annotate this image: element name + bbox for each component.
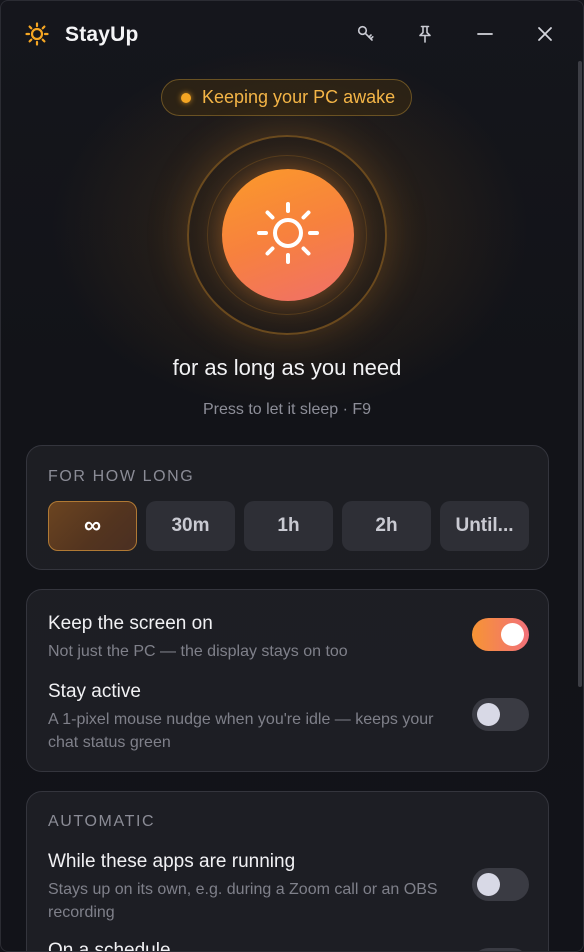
apps-running-subtitle: Stays up on its own, e.g. during a Zoom … (48, 881, 438, 921)
power-button[interactable] (222, 169, 354, 301)
duration-2h-button[interactable]: 2h (342, 501, 431, 551)
duration-card: FOR HOW LONG ∞ 30m 1h 2h Until... (26, 445, 549, 570)
status-text: Keeping your PC awake (202, 87, 396, 107)
status-dot (181, 92, 191, 103)
stay-active-toggle[interactable] (472, 698, 529, 731)
sun-icon (25, 22, 49, 46)
sun-icon (256, 201, 320, 270)
toggle-knob (501, 623, 524, 646)
close-icon (536, 25, 554, 43)
close-button[interactable] (532, 21, 558, 47)
duration-status: for as long as you need (172, 355, 402, 380)
pin-icon (415, 24, 435, 44)
toggle-knob (477, 873, 500, 896)
apps-running-title: While these apps are running (48, 851, 296, 872)
options-card: Keep the screen on Not just the PC — the… (26, 589, 549, 772)
minimize-icon (476, 25, 494, 43)
toggle-knob (477, 703, 500, 726)
keep-screen-on-subtitle: Not just the PC — the display stays on t… (48, 643, 348, 660)
stay-active-title: Stay active (48, 681, 141, 702)
duration-1h-button[interactable]: 1h (244, 501, 333, 551)
apps-running-toggle[interactable] (472, 868, 529, 901)
app-title: StayUp (65, 23, 139, 46)
duration-until-button[interactable]: Until... (440, 501, 529, 551)
keep-screen-on-title: Keep the screen on (48, 613, 213, 634)
stay-active-subtitle: A 1-pixel mouse nudge when you're idle —… (48, 711, 434, 751)
status-badge: Keeping your PC awake (161, 79, 412, 116)
schedule-title: On a schedule (48, 940, 171, 952)
pin-button[interactable] (412, 21, 438, 47)
keep-screen-on-toggle[interactable] (472, 618, 529, 651)
scrollbar[interactable] (578, 61, 582, 687)
schedule-toggle[interactable] (472, 948, 529, 951)
automatic-card: AUTOMATIC While these apps are running S… (26, 791, 549, 952)
automatic-section-label: AUTOMATIC (48, 813, 156, 830)
duration-section-label: FOR HOW LONG (48, 468, 195, 485)
title-bar: StayUp (1, 1, 583, 67)
key-icon (356, 24, 376, 44)
sleep-hint: Press to let it sleep · F9 (202, 401, 372, 418)
key-button[interactable] (353, 21, 379, 47)
minimize-button[interactable] (472, 21, 498, 47)
duration-infinite-button[interactable]: ∞ (48, 501, 137, 551)
duration-30m-button[interactable]: 30m (146, 501, 235, 551)
app-window: StayUp Keeping your PC awake for as long… (0, 0, 584, 952)
